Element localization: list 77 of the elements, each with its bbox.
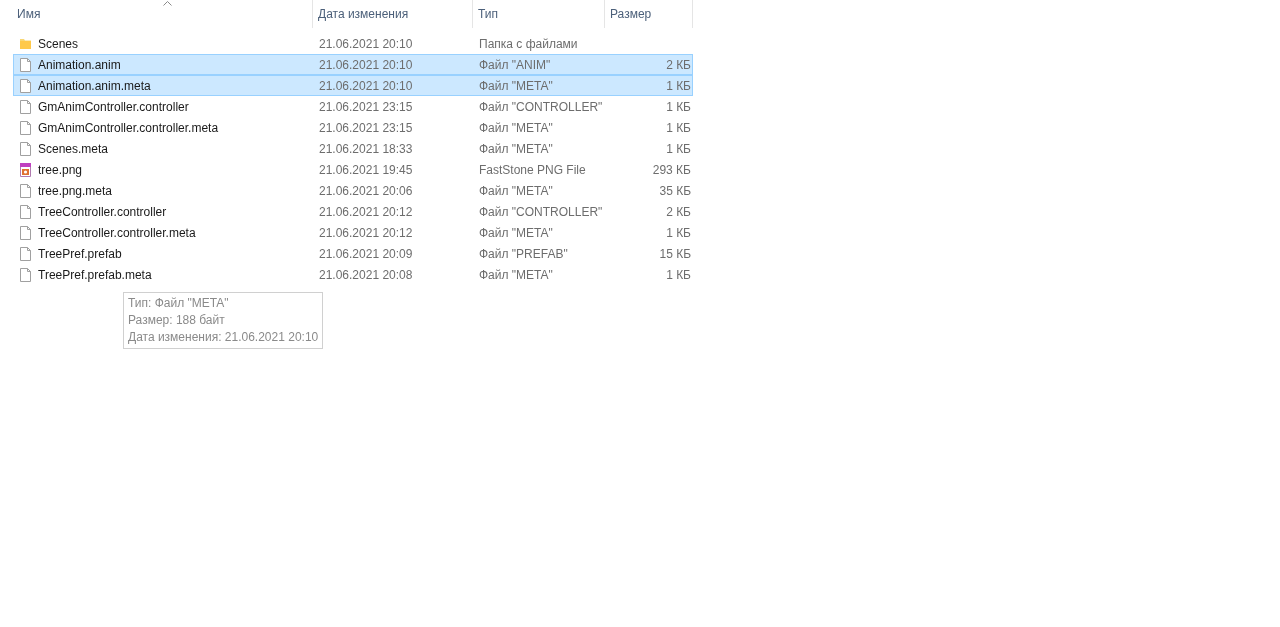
size-cell-text: 1 КБ [665,78,692,93]
file-row[interactable]: tree.png 21.06.2021 19:45 FastStone PNG File 293 КБ [13,159,693,180]
file-row[interactable]: Animation.anim 21.06.2021 20:10 Файл "ANIM" 2 КБ [13,54,693,75]
size-cell-text: 1 КБ [665,141,692,156]
file-name: Animation.anim.meta [38,78,151,93]
size-cell-text: 1 КБ [665,267,692,282]
date-cell-text: 21.06.2021 20:10 [318,36,414,51]
type-cell-text: Файл "META" [478,120,554,135]
file-name: GmAnimController.controller [38,99,189,114]
column-header[interactable]: Дата изменения [313,0,473,28]
tooltip-line: Тип: Файл "META" [128,296,230,311]
file-row[interactable]: tree.png.meta 21.06.2021 20:06 Файл "META" 35 КБ [13,180,693,201]
image-file-icon [19,161,32,178]
file-name: TreePref.prefab.meta [38,267,152,282]
file-name: GmAnimController.controller.meta [38,120,219,135]
size-cell-text: 1 КБ [665,99,692,114]
type-cell-text: Папка с файлами [478,36,579,51]
size-cell-text: 2 КБ [665,57,692,72]
file-row[interactable]: Animation.anim.meta 21.06.2021 20:10 Файл "META" 1 КБ [13,75,693,96]
file-name: TreeController.controller [38,204,167,219]
date-cell-text: 21.06.2021 23:15 [318,99,414,114]
file-row[interactable]: TreePref.prefab.meta 21.06.2021 20:08 Файл "META" 1 КБ [13,264,693,285]
date-cell-text: 21.06.2021 20:06 [318,183,414,198]
column-header[interactable]: Имя [13,0,313,28]
file-name: TreeController.controller.meta [38,225,196,240]
date-cell-text: 21.06.2021 20:12 [318,225,414,240]
file-icon [19,140,32,157]
tooltip-line: Размер: 188 байт [128,313,226,328]
size-cell-text: 35 КБ [658,183,692,198]
file-row[interactable]: GmAnimController.controller.meta 21.06.2021 23:15 Файл "META" 1 КБ [13,117,693,138]
type-cell-text: Файл "META" [478,183,554,198]
file-name: tree.png.meta [38,183,113,198]
type-cell-text: Файл "ANIM" [478,57,552,72]
file-icon [19,182,32,199]
date-cell-text: 21.06.2021 19:45 [318,162,414,177]
type-cell-text: Файл "PREFAB" [478,246,569,261]
file-row[interactable]: TreeController.controller.meta 21.06.2021 20:12 Файл "META" 1 КБ [13,222,693,243]
date-cell-text: 21.06.2021 20:09 [318,246,414,261]
type-cell-text: Файл "CONTROLLER" [478,99,604,114]
type-cell-text: Файл "CONTROLLER" [478,204,604,219]
size-cell-text: 1 КБ [665,120,692,135]
file-icon [19,77,32,94]
date-cell-text: 21.06.2021 20:12 [318,204,414,219]
file-name: tree.png [38,162,83,177]
size-cell-text: 293 КБ [651,162,692,177]
type-cell-text: Файл "META" [478,78,554,93]
column-header[interactable]: Тип [473,0,605,28]
tooltip-line: Дата изменения: 21.06.2021 20:10 [128,330,319,345]
file-icon [19,56,32,73]
file-row[interactable]: Scenes.meta 21.06.2021 18:33 Файл "META" 1 КБ [13,138,693,159]
file-icon [19,119,32,136]
type-cell-text: Файл "META" [478,267,554,282]
file-name: TreePref.prefab [38,246,122,261]
file-icon [19,245,32,262]
type-cell-text: Файл "META" [478,225,554,240]
file-icon [19,224,32,241]
date-cell-text: 21.06.2021 20:10 [318,57,414,72]
file-row[interactable]: GmAnimController.controller 21.06.2021 23:15 Файл "CONTROLLER" 1 КБ [13,96,693,117]
size-cell-text: 1 КБ [665,225,692,240]
file-name: Scenes.meta [38,141,109,156]
file-row[interactable]: Scenes 21.06.2021 20:10 Папка с файлами [13,33,693,54]
date-cell-text: 21.06.2021 18:33 [318,141,414,156]
date-cell-text: 21.06.2021 20:08 [318,267,414,282]
file-row[interactable]: TreeController.controller 21.06.2021 20:12 Файл "CONTROLLER" 2 КБ [13,201,693,222]
file-icon [19,98,32,115]
file-row[interactable]: TreePref.prefab 21.06.2021 20:09 Файл "PREFAB" 15 КБ [13,243,693,264]
date-cell-text: 21.06.2021 20:10 [318,78,414,93]
file-name: Scenes [38,36,79,51]
type-cell-text: FastStone PNG File [478,162,587,177]
size-cell-text: 2 КБ [665,204,692,219]
size-cell-text: 15 КБ [658,246,692,261]
file-icon [19,266,32,283]
date-cell-text: 21.06.2021 23:15 [318,120,414,135]
type-cell-text: Файл "META" [478,141,554,156]
column-header[interactable]: Размер [605,0,693,28]
file-icon [19,203,32,220]
file-name: Animation.anim [38,57,121,72]
